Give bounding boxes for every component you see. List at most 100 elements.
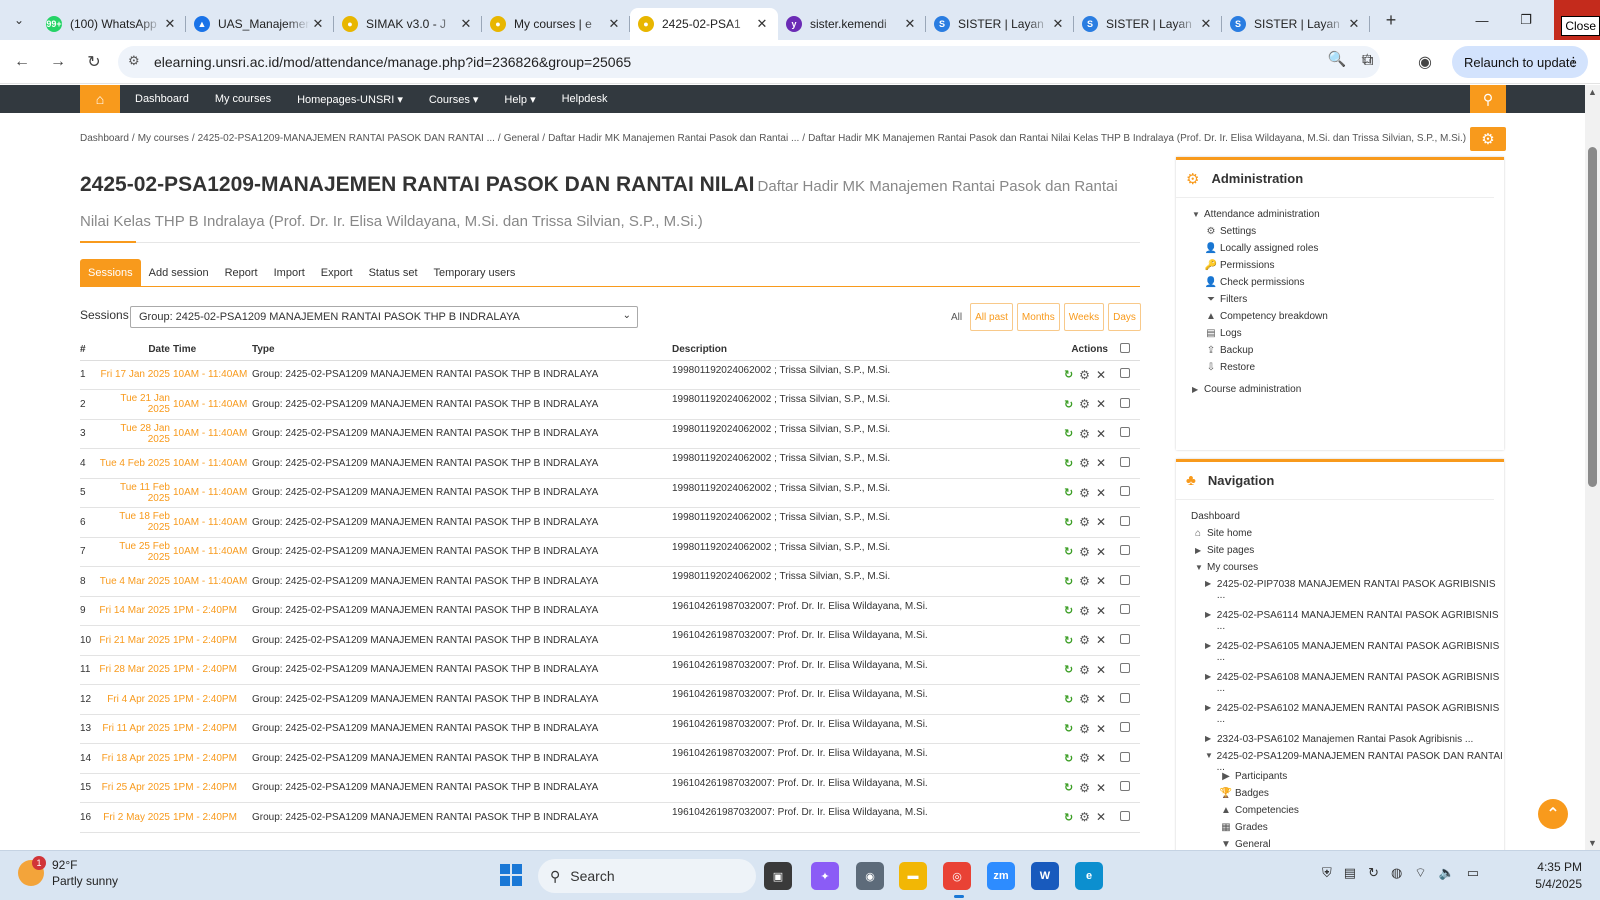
take-attendance-icon[interactable]: ↻ [1064, 634, 1073, 647]
take-attendance-icon[interactable]: ↻ [1064, 604, 1073, 617]
session-time-link[interactable]: 10AM - 11:40AM [173, 360, 252, 390]
row-checkbox[interactable] [1120, 486, 1130, 497]
chrome-icon[interactable]: ◎ [943, 862, 971, 890]
session-date-link[interactable]: Tue 25 Feb 2025 [98, 537, 173, 567]
nav-course-item[interactable]: ▶ 2425-02-PIP7038 MANAJEMEN RANTAI PASOK … [1191, 576, 1504, 607]
site-search-icon[interactable]: ⚲ [1470, 85, 1506, 113]
take-attendance-icon[interactable]: ↻ [1064, 752, 1073, 765]
more-menu-icon[interactable]: ⋮ [1567, 54, 1580, 70]
attendance-tab[interactable]: Export [313, 259, 361, 287]
site-info-icon[interactable]: ⚙ [128, 53, 140, 69]
edit-session-gear-icon[interactable]: ⚙ [1079, 810, 1090, 824]
take-attendance-icon[interactable]: ↻ [1064, 545, 1073, 558]
row-checkbox[interactable] [1120, 751, 1130, 762]
browser-tab[interactable]: S SISTER | Layan ✕ [1074, 8, 1222, 40]
file-explorer-icon[interactable]: ▬ [899, 862, 927, 890]
session-time-link[interactable]: 10AM - 11:40AM [173, 566, 252, 597]
edit-session-gear-icon[interactable]: ⚙ [1079, 486, 1090, 500]
view-all-link[interactable]: All [951, 312, 962, 323]
row-checkbox[interactable] [1120, 604, 1130, 615]
tab-close-icon[interactable]: ✕ [162, 16, 178, 32]
take-attendance-icon[interactable]: ↻ [1064, 368, 1073, 381]
attendance-tab[interactable]: Temporary users [426, 259, 524, 287]
session-date-link[interactable]: Tue 28 Jan 2025 [98, 419, 173, 449]
nav-course-item[interactable]: ▶ 2425-02-PSA6102 MANAJEMEN RANTAI PASOK … [1191, 700, 1504, 731]
volume-icon[interactable]: 🔈 [1439, 865, 1455, 881]
attendance-tab[interactable]: Sessions [80, 258, 141, 287]
session-time-link[interactable]: 1PM - 2:40PM [173, 802, 252, 833]
session-date-link[interactable]: Tue 4 Mar 2025 [98, 566, 173, 597]
attendance-admin-node[interactable]: ▼ Attendance administration [1192, 206, 1504, 223]
breadcrumb-item[interactable]: Dashboard [80, 133, 129, 144]
take-attendance-icon[interactable]: ↻ [1064, 486, 1073, 499]
delete-session-icon[interactable]: ✕ [1096, 692, 1106, 706]
take-attendance-icon[interactable]: ↻ [1064, 781, 1073, 794]
nav-course-sub-item[interactable]: ▶ Participants [1191, 768, 1504, 785]
tab-close-icon[interactable]: ✕ [754, 16, 770, 32]
take-attendance-icon[interactable]: ↻ [1064, 693, 1073, 706]
session-date-link[interactable]: Fri 18 Apr 2025 [98, 743, 173, 774]
take-attendance-icon[interactable]: ↻ [1064, 398, 1073, 411]
profile-icon[interactable]: ◉ [1418, 52, 1432, 72]
battery-icon[interactable]: ▭ [1467, 865, 1479, 881]
edit-session-gear-icon[interactable]: ⚙ [1079, 781, 1090, 795]
take-attendance-icon[interactable]: ↻ [1064, 457, 1073, 470]
session-date-link[interactable]: Fri 28 Mar 2025 [98, 655, 173, 685]
page-scrollbar[interactable]: ▲ ▼ [1585, 85, 1600, 850]
take-attendance-icon[interactable]: ↻ [1064, 427, 1073, 440]
row-checkbox[interactable] [1120, 397, 1130, 408]
tab-search-menu-button[interactable]: ⌄ [0, 0, 38, 40]
row-checkbox[interactable] [1120, 810, 1130, 821]
take-attendance-icon[interactable]: ↻ [1064, 811, 1073, 824]
nav-course-item[interactable]: ▶ 2425-02-PSA6108 MANAJEMEN RANTAI PASOK … [1191, 669, 1504, 700]
session-date-link[interactable]: Fri 21 Mar 2025 [98, 625, 173, 656]
admin-item-filters[interactable]: ⏷ Filters [1192, 291, 1504, 308]
attendance-tab[interactable]: Add session [141, 259, 217, 287]
session-date-link[interactable]: Tue 18 Feb 2025 [98, 507, 173, 538]
maximize-button[interactable]: ❐ [1504, 0, 1548, 40]
browser-tab[interactable]: 99+ (100) WhatsApp ✕ [38, 8, 186, 40]
edit-session-gear-icon[interactable]: ⚙ [1079, 456, 1090, 470]
tab-close-icon[interactable]: ✕ [1050, 16, 1066, 32]
breadcrumb-item[interactable]: General [504, 133, 540, 144]
delete-session-icon[interactable]: ✕ [1096, 574, 1106, 588]
row-checkbox[interactable] [1120, 663, 1130, 674]
start-button[interactable] [500, 864, 522, 886]
session-time-link[interactable]: 1PM - 2:40PM [173, 684, 252, 715]
edit-session-gear-icon[interactable]: ⚙ [1079, 722, 1090, 736]
row-checkbox[interactable] [1120, 633, 1130, 644]
session-date-link[interactable]: Tue 4 Feb 2025 [98, 448, 173, 479]
attendance-tab[interactable]: Status set [361, 259, 426, 287]
breadcrumb-item[interactable]: 2425-02-PSA1209-MANAJEMEN RANTAI PASOK D… [198, 133, 495, 144]
admin-item-check-permissions[interactable]: 👤 Check permissions [1192, 274, 1504, 291]
admin-item-restore[interactable]: ⇩ Restore [1192, 359, 1504, 376]
page-settings-gear-icon[interactable]: ⚙ [1470, 127, 1506, 151]
nav-course-item[interactable]: ▶ 2324-03-PSA6102 Manajemen Rantai Pasok … [1191, 731, 1504, 748]
camera-icon[interactable]: ◉ [856, 862, 884, 890]
session-time-link[interactable]: 10AM - 11:40AM [173, 419, 252, 449]
site-nav-item[interactable]: My courses [215, 93, 271, 105]
nav-course-item[interactable]: ▼ 2425-02-PSA1209-MANAJEMEN RANTAI PASOK … [1191, 748, 1504, 773]
site-nav-item[interactable]: Courses ▾ [429, 93, 479, 106]
forward-button[interactable]: → [40, 44, 76, 80]
take-attendance-icon[interactable]: ↻ [1064, 575, 1073, 588]
weather-widget[interactable]: 1 92°F Partly sunny [18, 856, 118, 889]
delete-session-icon[interactable]: ✕ [1096, 427, 1106, 441]
delete-session-icon[interactable]: ✕ [1096, 781, 1106, 795]
nav-course-sub-item[interactable]: 🏆 Badges [1191, 785, 1504, 802]
edit-session-gear-icon[interactable]: ⚙ [1079, 604, 1090, 618]
reload-button[interactable]: ↻ [76, 44, 112, 80]
session-time-link[interactable]: 10AM - 11:40AM [173, 389, 252, 420]
tray-globe-icon[interactable]: ◍ [1391, 865, 1402, 881]
session-time-link[interactable]: 1PM - 2:40PM [173, 625, 252, 656]
edit-session-gear-icon[interactable]: ⚙ [1079, 397, 1090, 411]
admin-item-permissions[interactable]: 🔑 Permissions [1192, 257, 1504, 274]
session-date-link[interactable]: Fri 2 May 2025 [98, 802, 173, 833]
row-checkbox[interactable] [1120, 574, 1130, 585]
admin-item-locally-assigned-roles[interactable]: 👤 Locally assigned roles [1192, 240, 1504, 257]
site-nav-item[interactable]: Homepages-UNSRI ▾ [297, 93, 403, 106]
session-time-link[interactable]: 1PM - 2:40PM [173, 655, 252, 685]
row-checkbox[interactable] [1120, 456, 1130, 467]
browser-tab[interactable]: ● My courses | e ✕ [482, 8, 630, 40]
tray-app-icon[interactable]: ▤ [1344, 865, 1356, 881]
